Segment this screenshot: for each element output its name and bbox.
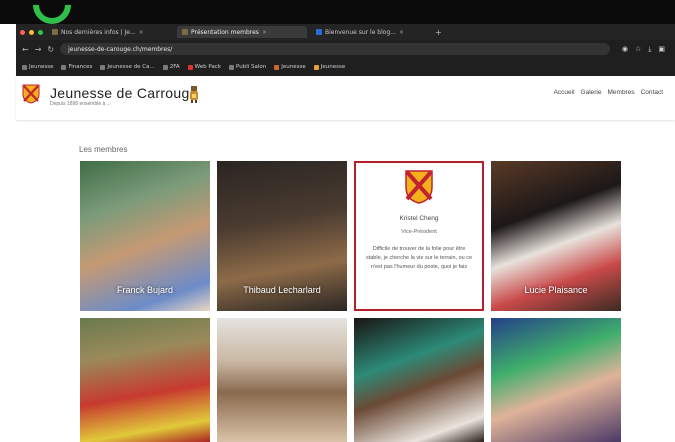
close-tab-icon[interactable]: × xyxy=(399,29,404,36)
site-header: Jeunesse de Carrouge Depuis 1898 ensembl… xyxy=(16,76,675,120)
bookmark-folder-icon xyxy=(162,64,168,70)
bookmark-label: 2FA xyxy=(169,64,180,70)
tab-label: Nos dernières infos | Je... xyxy=(61,28,136,36)
bookmark-item[interactable]: Web Pack xyxy=(187,64,222,70)
member-card[interactable] xyxy=(491,318,621,442)
nav-galerie[interactable]: Galerie xyxy=(581,89,602,96)
top-strip xyxy=(0,0,675,32)
bookmark-folder-icon xyxy=(313,64,319,70)
bookmark-folder-icon xyxy=(229,64,235,70)
bookmark-folder-icon xyxy=(100,64,106,70)
bookmark-label: Web Pack xyxy=(194,64,222,70)
tab-label: Présentation membres xyxy=(191,28,259,36)
member-card[interactable] xyxy=(80,318,210,442)
bookmark-folder-icon xyxy=(187,64,193,70)
site-subtitle: Depuis 1898 ensemble à ... xyxy=(50,101,111,107)
bookmark-folder-icon xyxy=(22,64,27,70)
bookmark-star-icon[interactable]: ☆ xyxy=(635,45,641,54)
tab-favicon-icon xyxy=(52,29,58,35)
member-card[interactable] xyxy=(354,318,484,442)
tab-label: Bienvenue sur le blog... xyxy=(325,28,396,36)
member-card[interactable]: Lucie Plaisance xyxy=(491,161,621,311)
member-name: Franck Bujard xyxy=(116,285,174,295)
tab-3[interactable]: Bienvenue sur le blog... × xyxy=(311,26,431,38)
bookmark-item[interactable]: Jeunesse xyxy=(313,64,346,70)
member-bio: Difficile de trouver de la folie pour êt… xyxy=(365,246,473,270)
bookmark-folder-icon xyxy=(274,64,280,70)
close-tab-icon[interactable]: × xyxy=(262,29,267,36)
account-icon[interactable]: ◉ xyxy=(622,45,628,54)
bookmark-label: Jeunesse de Ca... xyxy=(107,64,155,70)
section-title: Les membres xyxy=(79,145,128,154)
bookmark-item[interactable]: 2FA xyxy=(162,64,180,70)
nav-contact[interactable]: Contact xyxy=(641,89,663,96)
shield-logo-icon[interactable] xyxy=(22,84,40,104)
shield-crest-icon xyxy=(405,170,433,204)
nav-membres[interactable]: Membres xyxy=(608,89,635,96)
bookmark-label: Publi Salon xyxy=(236,64,267,70)
bookmark-label: Jeunesse xyxy=(281,64,306,70)
site-title[interactable]: Jeunesse de Carrouge xyxy=(50,85,198,101)
bookmark-label: Jeunesse xyxy=(320,64,346,70)
tab-favicon-icon xyxy=(316,29,322,35)
bookmark-label: Jeunesse xyxy=(29,64,54,70)
bookmark-label: Finances xyxy=(68,64,93,70)
address-bar[interactable]: jeunesse-de-carouge.ch/membres/ xyxy=(60,43,610,55)
tab-favicon-icon xyxy=(182,29,188,35)
browser-chrome: Nos dernières infos | Je... × Présentati… xyxy=(16,24,675,76)
member-name: Kristel Cheng xyxy=(399,215,439,222)
tab-1[interactable]: Nos dernières infos | Je... × xyxy=(47,26,173,38)
nav-accueil[interactable]: Accueil xyxy=(554,89,575,96)
tab-bar: Nos dernières infos | Je... × Présentati… xyxy=(16,24,675,40)
mascot-icon xyxy=(190,86,198,103)
member-card[interactable] xyxy=(217,318,347,442)
url-text: jeunesse-de-carouge.ch/membres/ xyxy=(68,45,173,53)
new-tab-button[interactable]: + xyxy=(435,28,442,37)
site-nav: Accueil Galerie Membres Contact xyxy=(554,89,663,96)
bookmark-item[interactable]: Jeunesse xyxy=(274,64,306,70)
close-window-dot[interactable] xyxy=(20,29,25,35)
download-icon[interactable]: ⤓ xyxy=(648,45,651,54)
maximize-window-dot[interactable] xyxy=(38,29,43,35)
member-name: Lucie Plaisance xyxy=(524,285,588,295)
member-card[interactable]: Thibaud Lecharlard xyxy=(217,161,347,311)
member-info-card[interactable]: Kristel Cheng Vice-Président Difficile d… xyxy=(354,161,484,311)
back-arrow-icon[interactable]: ← xyxy=(22,45,29,54)
forward-arrow-icon[interactable]: → xyxy=(35,45,42,54)
bookmark-item[interactable]: Publi Salon xyxy=(229,64,266,70)
member-card[interactable]: Franck Bujard xyxy=(80,161,210,311)
bookmark-item[interactable]: Finances xyxy=(61,64,92,70)
member-role: Vice-Président xyxy=(401,229,437,235)
close-tab-icon[interactable]: × xyxy=(139,29,144,36)
bookmarks-bar: Jeunesse Finances Jeunesse de Ca... 2FA … xyxy=(16,58,675,76)
address-row: ← → ↻ jeunesse-de-carouge.ch/membres/ ◉ … xyxy=(16,40,675,58)
bookmark-folder-icon xyxy=(61,64,67,70)
bookmark-item[interactable]: Jeunesse de Ca... xyxy=(100,64,155,70)
minimize-window-dot[interactable] xyxy=(29,29,34,35)
extension-icon[interactable]: ▣ xyxy=(658,45,665,54)
reload-icon[interactable]: ↻ xyxy=(47,45,54,54)
tab-2[interactable]: Présentation membres × xyxy=(177,26,307,38)
bookmark-item[interactable]: Jeunesse xyxy=(22,64,53,70)
member-name: Thibaud Lecharlard xyxy=(243,285,321,295)
